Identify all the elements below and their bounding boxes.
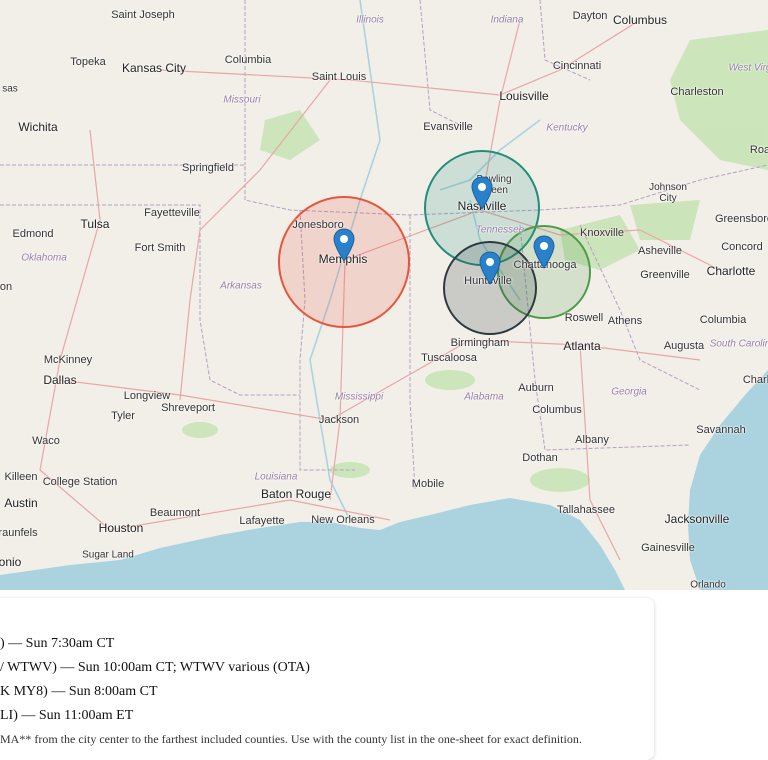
city-label: Cincinnati: [552, 60, 602, 72]
city-label: sas: [2, 83, 18, 95]
city-label: Fayetteville: [144, 207, 200, 219]
state-label: Missouri: [223, 94, 261, 106]
state-label: South Carolin: [709, 338, 768, 350]
city-label: Dayton: [572, 10, 608, 22]
city-label: Knoxville: [579, 227, 625, 239]
city-label: Concord: [721, 241, 763, 253]
city-label: Dothan: [522, 452, 558, 464]
city-label: raunfels: [0, 527, 38, 539]
city-label: Wichita: [18, 120, 58, 134]
market-schedule-line: LI) — Sun 11:00am ET: [0, 708, 134, 723]
map-pin-chattanooga[interactable]: [533, 235, 555, 269]
city-label: Jackson: [318, 414, 360, 426]
city-label: Columbus: [532, 404, 582, 416]
city-label: Topeka: [70, 56, 106, 68]
city-label: Atlanta: [563, 339, 601, 353]
city-label: Houston: [98, 521, 144, 535]
city-label: Tyler: [111, 410, 135, 422]
map-base: [0, 0, 768, 590]
city-label: Baton Rouge: [260, 487, 332, 501]
city-label: Longview: [123, 390, 171, 402]
city-label: Roswell: [564, 312, 604, 324]
atlantic-ocean: [688, 370, 768, 590]
city-label: Gainesville: [641, 542, 695, 554]
market-schedule-line: ) — Sun 7:30am CT: [0, 636, 115, 651]
state-label: Tennessee: [475, 224, 525, 236]
state-label: Kentucky: [546, 122, 588, 134]
city-label: Kansas City: [121, 61, 187, 75]
city-label: Killeen: [4, 471, 38, 483]
city-label: Edmond: [12, 228, 54, 240]
city-label: Asheville: [637, 245, 683, 257]
city-label: Columbia: [699, 314, 747, 326]
state-label: Alabama: [464, 391, 504, 403]
city-label: Fort Smith: [134, 242, 186, 254]
city-label: Evansville: [423, 121, 473, 133]
state-label: Oklahoma: [21, 252, 67, 264]
gulf-of-mexico: [0, 498, 625, 590]
city-label: Beaumont: [149, 507, 201, 519]
city-label: Greenville: [640, 269, 690, 281]
state-label: Indiana: [490, 14, 524, 26]
state-label: West Virg: [728, 62, 768, 74]
city-label: Shreveport: [161, 402, 215, 414]
city-label: Albany: [575, 434, 609, 446]
city-label: New Orleans: [311, 514, 375, 526]
city-label: Dallas: [43, 373, 77, 387]
city-label: Charlotte: [706, 264, 756, 278]
city-label: Waco: [32, 435, 60, 447]
market-info-panel: ) — Sun 7:30am CT / WTWV) — Sun 10:00am …: [0, 598, 654, 760]
city-label: Tallahassee: [556, 504, 616, 516]
city-label: Savannah: [696, 424, 746, 436]
city-label: Charl: [742, 374, 768, 386]
city-label: Austin: [4, 496, 38, 510]
state-label: Georgia: [611, 386, 647, 398]
city-label: Louisville: [499, 89, 549, 103]
city-label: Roa: [749, 144, 768, 156]
city-label: Tuscaloosa: [421, 352, 477, 364]
city-label: Mobile: [411, 478, 445, 490]
city-label: on: [0, 281, 13, 293]
city-label: Springfield: [182, 162, 234, 174]
city-label: McKinney: [43, 354, 93, 366]
map-pin-nashville[interactable]: [471, 176, 493, 210]
city-label: Lafayette: [239, 515, 285, 527]
city-label: Augusta: [663, 340, 705, 352]
city-label: Charleston: [670, 86, 724, 98]
city-label: Jacksonville: [664, 512, 730, 526]
map-pin-huntsville[interactable]: [479, 251, 501, 285]
state-label: Louisiana: [254, 471, 298, 483]
map-view[interactable]: Illinois Indiana Missouri Kentucky West …: [0, 0, 768, 590]
city-label: Johnson City: [649, 182, 687, 204]
city-label: Birmingham: [450, 337, 510, 349]
city-label: Tulsa: [80, 217, 110, 231]
city-label: Columbia: [224, 54, 272, 66]
state-label: Arkansas: [220, 280, 262, 292]
state-label: Illinois: [356, 14, 384, 26]
city-label: Auburn: [518, 382, 554, 394]
market-schedule-line: K MY8) — Sun 8:00am CT: [0, 684, 158, 699]
radius-footnote: MA** from the city center to the farthes…: [0, 732, 582, 746]
city-label: Greensboro: [714, 213, 768, 225]
city-label: Sugar Land: [82, 549, 134, 561]
city-label: Athens: [607, 315, 643, 327]
map-pin-memphis[interactable]: [333, 228, 355, 262]
city-label: onio: [0, 555, 22, 569]
city-label: Saint Louis: [311, 71, 367, 83]
market-schedule-line: / WTWV) — Sun 10:00am CT; WTWV various (…: [0, 660, 310, 675]
city-label: Orlando: [690, 579, 726, 591]
city-label: College Station: [42, 476, 118, 488]
city-label: Columbus: [612, 13, 668, 27]
state-label: Mississippi: [334, 391, 384, 403]
city-label: Saint Joseph: [111, 9, 175, 21]
